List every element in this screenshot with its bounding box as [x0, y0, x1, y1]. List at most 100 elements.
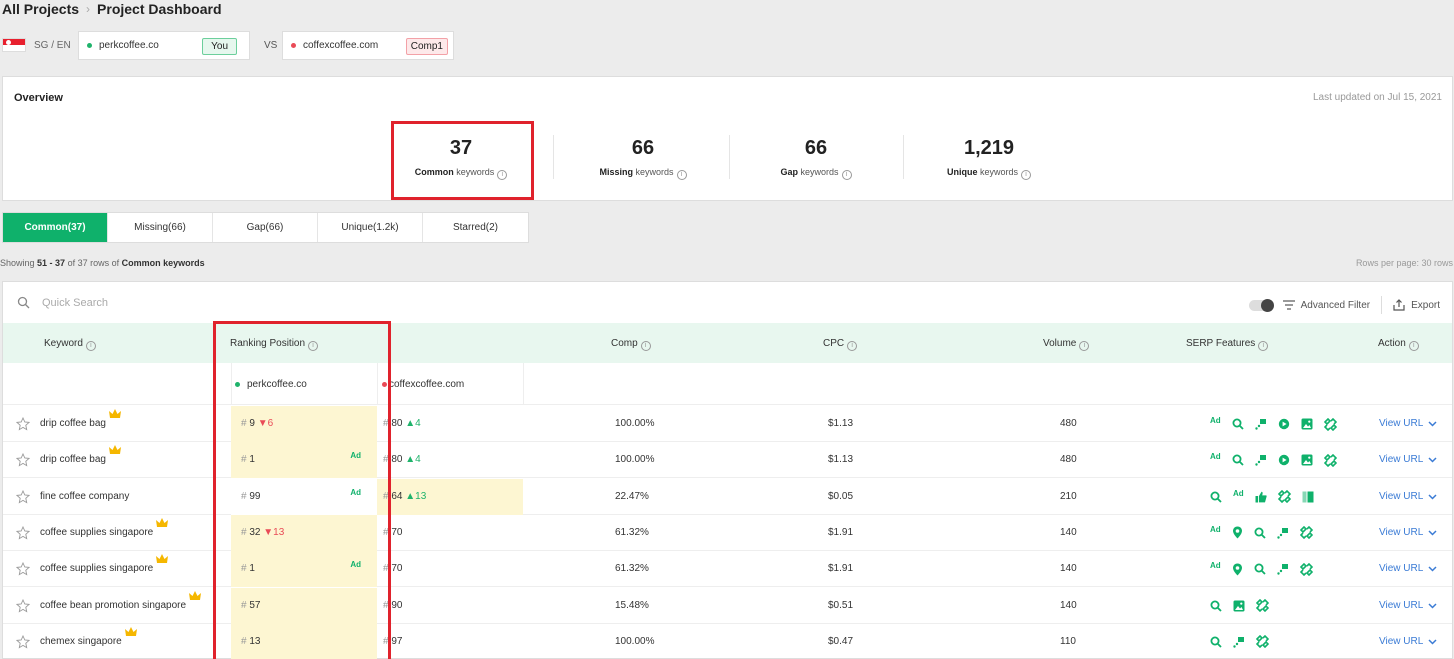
- view-url-button[interactable]: View URL: [1379, 515, 1437, 551]
- col-comp[interactable]: Comp i: [611, 338, 651, 351]
- view-url-label: View URL: [1379, 454, 1424, 466]
- rank-comp-value: 64: [391, 490, 403, 502]
- info-icon[interactable]: i: [1079, 341, 1090, 351]
- col-volume[interactable]: Volume i: [1043, 338, 1090, 351]
- serp-features-cell: Ad: [1210, 551, 1313, 587]
- vs-label: VS: [264, 40, 278, 51]
- stat-missing[interactable]: 66 Missing keywords i: [578, 137, 708, 180]
- serp-image-icon: [1301, 454, 1313, 466]
- col-keyword[interactable]: Keyword i: [44, 338, 96, 351]
- view-url-button[interactable]: View URL: [1379, 479, 1437, 515]
- keyword-tabs: Common(37) Missing(66) Gap(66) Unique(1.…: [2, 212, 529, 243]
- crown-icon: [189, 581, 202, 617]
- view-url-label: View URL: [1379, 635, 1424, 647]
- star-icon[interactable]: [16, 489, 30, 504]
- chevron-down-icon: [1423, 421, 1437, 427]
- star-icon[interactable]: [16, 453, 30, 467]
- divider: [729, 135, 730, 179]
- highlight-box-common: [391, 121, 534, 200]
- export-button[interactable]: Export: [1411, 300, 1440, 311]
- table-toolbar: Advanced Filter Export: [1248, 296, 1440, 314]
- rank-comp-value: 97: [391, 635, 403, 647]
- keyword-text: fine coffee company: [40, 490, 130, 502]
- search-input[interactable]: Quick Search: [42, 297, 108, 309]
- subcol-comp[interactable]: coffexcoffee.com: [382, 379, 464, 390]
- view-url-label: View URL: [1379, 490, 1424, 502]
- breadcrumb-root[interactable]: All Projects: [2, 1, 79, 17]
- rank-comp-cell: # 70: [377, 551, 523, 587]
- view-url-label: View URL: [1379, 526, 1424, 538]
- serp-sitelinks-icon: [1323, 417, 1337, 431]
- your-domain-box[interactable]: perkcoffee.co You: [78, 31, 250, 60]
- export-icon: [1393, 299, 1405, 311]
- keyword-cell: coffee bean promotion singapore: [16, 588, 202, 624]
- advanced-filter-button[interactable]: Advanced Filter: [1301, 300, 1370, 311]
- info-icon[interactable]: i: [1408, 341, 1419, 351]
- filter-icon: [1282, 300, 1295, 310]
- comp-cell: 61.32%: [615, 526, 649, 538]
- serp-sitelinks-icon: [1299, 562, 1313, 576]
- info-icon[interactable]: i: [676, 170, 687, 180]
- star-icon[interactable]: [16, 598, 30, 613]
- keyword-text: coffee bean promotion singapore: [40, 599, 187, 611]
- rank-comp-cell: # 80 ▲4: [377, 406, 523, 442]
- filter-toggle[interactable]: [1248, 298, 1274, 312]
- tab-gap[interactable]: Gap(66): [213, 213, 318, 242]
- view-url-button[interactable]: View URL: [1379, 406, 1437, 442]
- highlight-box-ranking: [213, 321, 391, 659]
- volume-cell: 140: [1060, 563, 1077, 575]
- you-badge: You: [202, 38, 237, 55]
- comp-cell: 15.48%: [615, 599, 649, 611]
- col-cpc[interactable]: CPC i: [823, 338, 858, 351]
- rows-per-page[interactable]: Rows per page: 30 rows: [1356, 258, 1453, 268]
- info-icon[interactable]: i: [1021, 170, 1031, 180]
- serp-ad-icon: Ad: [1210, 416, 1221, 425]
- your-domain: perkcoffee.co: [99, 40, 159, 51]
- tab-unique[interactable]: Unique(1.2k): [318, 213, 423, 242]
- view-url-button[interactable]: View URL: [1379, 624, 1437, 659]
- rank-comp-cell: # 90: [377, 588, 523, 624]
- serp-image-icon: [1233, 600, 1245, 612]
- star-icon[interactable]: [16, 525, 30, 540]
- tab-common[interactable]: Common(37): [3, 213, 108, 242]
- serp-features-cell: Ad: [1210, 442, 1337, 478]
- stat-missing-label: Missing keywords i: [578, 167, 708, 180]
- stat-gap-value: 66: [804, 137, 828, 159]
- chevron-down-icon: [1423, 602, 1437, 609]
- serp-features-cell: Ad: [1210, 479, 1314, 515]
- tab-starred[interactable]: Starred(2): [423, 213, 528, 242]
- keyword-text: chemex singapore: [40, 635, 122, 647]
- locale-selector[interactable]: SG / EN: [2, 38, 71, 52]
- tab-missing[interactable]: Missing(66): [108, 213, 213, 242]
- serp-sitelinks-icon: [1277, 490, 1291, 504]
- serp-features-cell: [1210, 588, 1269, 624]
- view-url-button[interactable]: View URL: [1379, 551, 1437, 587]
- info-icon[interactable]: i: [841, 170, 852, 180]
- competitor-domain-box[interactable]: coffexcoffee.com Comp1: [282, 31, 454, 60]
- rank-comp-value: 70: [391, 526, 403, 538]
- info-icon[interactable]: i: [640, 341, 651, 351]
- col-serp[interactable]: SERP Features i: [1186, 338, 1269, 351]
- info-icon[interactable]: i: [1258, 341, 1269, 351]
- serp-search-icon: [1232, 418, 1244, 430]
- divider: [903, 135, 904, 179]
- star-icon[interactable]: [16, 562, 30, 576]
- info-icon[interactable]: i: [847, 341, 858, 351]
- quick-search[interactable]: Quick Search: [17, 296, 108, 309]
- info-icon[interactable]: i: [85, 341, 96, 351]
- serp-ad-icon: Ad: [1210, 452, 1221, 462]
- breadcrumb: All Projects › Project Dashboard: [2, 1, 222, 17]
- stat-gap[interactable]: 66 Gap keywords i: [751, 137, 881, 180]
- keyword-cell: coffee supplies singapore: [16, 551, 169, 587]
- cpc-cell: $0.05: [828, 490, 854, 502]
- cpc-cell: $1.13: [828, 418, 854, 429]
- star-icon[interactable]: [16, 634, 30, 649]
- stat-unique[interactable]: 1,219 Unique keywords i: [919, 137, 1059, 180]
- star-icon[interactable]: [16, 417, 30, 431]
- serp-video-icon: [1278, 418, 1290, 430]
- volume-cell: 140: [1060, 599, 1077, 611]
- view-url-button[interactable]: View URL: [1379, 442, 1437, 478]
- view-url-button[interactable]: View URL: [1379, 588, 1437, 624]
- keyword-cell: chemex singapore: [16, 624, 137, 659]
- stat-unique-label: Unique keywords i: [919, 167, 1059, 180]
